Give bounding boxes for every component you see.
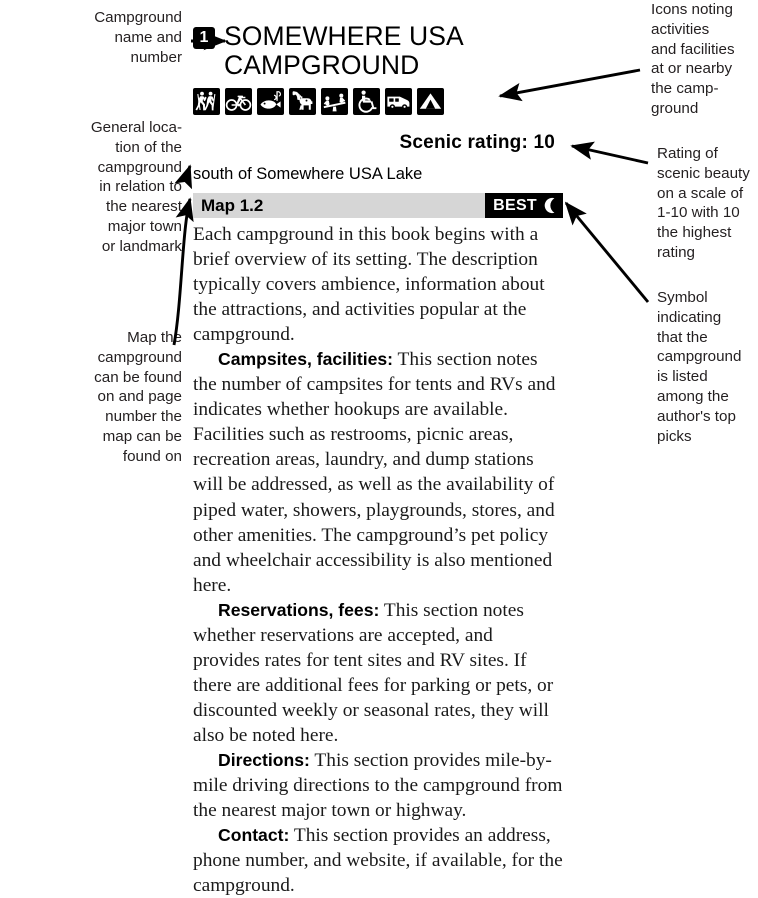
campground-entry: 1 SOMEWHERE USA CAMPGROUND Scenic rating… xyxy=(193,22,563,898)
tent-sites-icon[interactable] xyxy=(417,88,444,115)
scenic-rating-label: Scenic rating: 10 xyxy=(399,132,555,153)
body-paragraph-directions: Directions: This section provides mile-b… xyxy=(193,748,563,823)
body-text-campsites: This section notes the number of campsit… xyxy=(193,349,556,596)
entry-title-row: 1 SOMEWHERE USA CAMPGROUND xyxy=(193,22,563,80)
campground-location-line: south of Somewhere USA Lake xyxy=(193,165,423,183)
annotated-guidebook-entry-page: Campground name and number General loca-… xyxy=(0,0,758,896)
wheelchair-accessible-icon[interactable] xyxy=(353,88,380,115)
campground-title: SOMEWHERE USA CAMPGROUND xyxy=(224,21,463,80)
run-in-heading-campsites: Campsites, facilities: xyxy=(218,349,394,370)
annotation-best-symbol-note: Symbol indicating that the campground is… xyxy=(657,289,742,445)
annotation-icons-note: Icons noting activities and facilities a… xyxy=(651,1,735,117)
run-in-heading-contact: Contact: xyxy=(218,825,290,846)
hiking-icon[interactable] xyxy=(193,88,220,115)
annotation-campground-name-and-number: Campground name and number xyxy=(94,9,182,66)
crescent-moon-icon xyxy=(544,197,555,214)
body-text-reservations: This section notes whether reservations … xyxy=(193,599,554,746)
campground-number-badge: 1 xyxy=(193,27,215,49)
map-reference-bar: Map 1.2 BEST xyxy=(193,193,563,218)
body-paragraph-campsites: Campsites, facilities: This section note… xyxy=(193,347,563,597)
body-paragraph-contact: Contact: This section provides an addres… xyxy=(193,823,563,898)
annotation-general-location: General loca- tion of the campground in … xyxy=(90,119,182,255)
rv-sites-icon[interactable] xyxy=(385,88,412,115)
best-badge[interactable]: BEST xyxy=(485,193,563,218)
biking-icon[interactable] xyxy=(225,88,252,115)
annotation-scenic-rating-note: Rating of scenic beauty on a scale of 1-… xyxy=(657,145,750,261)
body-paragraph-reservations: Reservations, fees: This section notes w… xyxy=(193,598,563,748)
run-in-heading-reservations: Reservations, fees: xyxy=(218,599,380,620)
run-in-heading-directions: Directions: xyxy=(218,749,310,770)
entry-body-text: Each campground in this book begins with… xyxy=(193,222,563,898)
best-badge-label: BEST xyxy=(493,196,537,214)
annotation-map-reference: Map the campground can be found on and p… xyxy=(94,329,182,465)
body-paragraph-intro: Each campground in this book begins with… xyxy=(193,224,545,346)
fishing-icon[interactable] xyxy=(257,88,284,115)
playground-icon[interactable] xyxy=(321,88,348,115)
pets-icon[interactable] xyxy=(289,88,316,115)
map-number-label[interactable]: Map 1.2 xyxy=(201,196,263,216)
activity-icon-strip xyxy=(193,88,563,115)
